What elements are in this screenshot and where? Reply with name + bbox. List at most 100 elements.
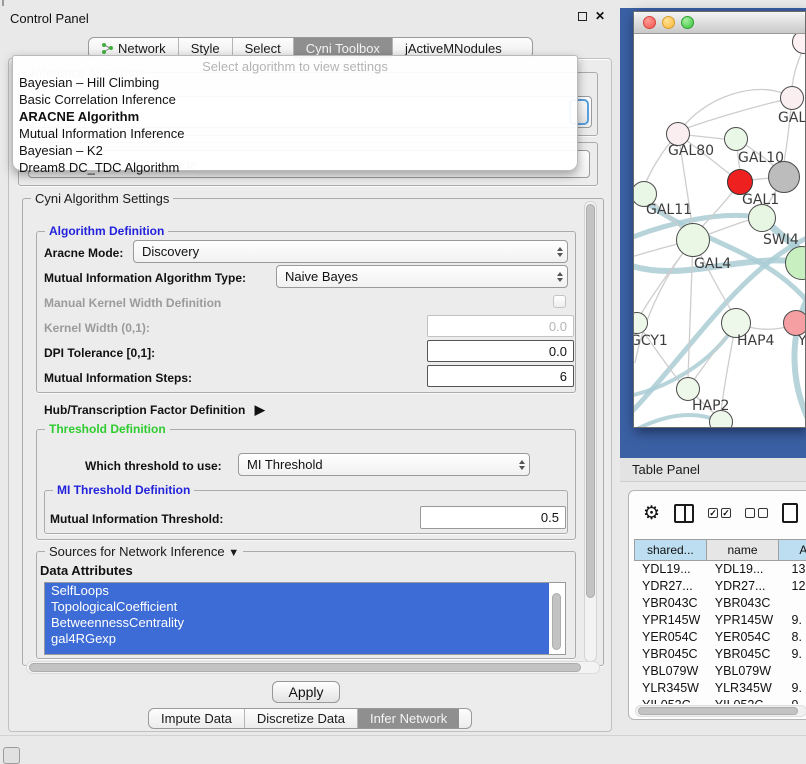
table-panel-title: Table Panel: [632, 462, 700, 477]
tab-label: Discretize Data: [257, 711, 345, 726]
stepper-icon: [557, 247, 563, 257]
attributes-scrollbar-thumb[interactable]: [552, 593, 561, 650]
mi-threshold-label: Mutual Information Threshold:: [50, 512, 223, 526]
attribute-item[interactable]: SelfLoops: [45, 583, 549, 599]
zoom-traffic-light[interactable]: [681, 16, 694, 29]
hub-definition-toggle[interactable]: Hub/Transcription Factor Definition ▶: [44, 402, 265, 418]
network-canvas[interactable]: GAL GAL80 GAL10 GAL1 GAL11 SWI4 GAL4 GCY…: [634, 34, 805, 427]
settings-hscrollbar[interactable]: [26, 661, 600, 674]
kernel-width-field[interactable]: 0.0: [427, 315, 574, 337]
network-window-titlebar[interactable]: [634, 12, 805, 34]
table-panel-titlebar: Table Panel: [620, 458, 806, 482]
which-threshold-value: MI Threshold: [247, 457, 323, 472]
aracne-mode-label: Aracne Mode:: [44, 246, 123, 260]
mi-steps-label: Mutual Information Steps:: [44, 371, 192, 385]
threshold-definition-title: Threshold Definition: [45, 422, 170, 436]
expand-arrow-icon: ▶: [255, 402, 265, 417]
gear-icon[interactable]: ⚙: [643, 502, 660, 525]
table-row[interactable]: YBR045CYBR045C9.: [634, 646, 806, 663]
menu-item[interactable]: Mutual Information Inference: [13, 125, 577, 142]
panel-title: Control Panel: [10, 11, 89, 26]
table-row[interactable]: YLR345WYLR345W9.: [634, 680, 806, 697]
tab-infer-network[interactable]: Infer Network: [358, 709, 459, 728]
mi-steps-field[interactable]: 6: [427, 365, 574, 387]
menu-item[interactable]: Bayesian – K2: [13, 142, 577, 159]
node-label: SWI4: [763, 232, 799, 248]
apply-button[interactable]: Apply: [272, 681, 340, 703]
algorithm-definition-title: Algorithm Definition: [45, 224, 168, 238]
attribute-item[interactable]: gal4RGexp: [45, 631, 549, 647]
screen: Control Panel ✕ Network Style Select Cyn…: [0, 0, 806, 762]
settings-hscrollbar-thumb[interactable]: [29, 663, 581, 672]
network-node-gal10[interactable]: [724, 127, 748, 151]
unchecked-box-icon: [758, 508, 768, 518]
sources-title[interactable]: Sources for Network Inference ▼: [45, 544, 243, 559]
table-hscrollbar[interactable]: [635, 705, 806, 717]
float-icon[interactable]: [578, 12, 587, 21]
node-label: Y: [798, 333, 805, 349]
settings-vscrollbar-thumb[interactable]: [586, 204, 595, 598]
network-node-swi4[interactable]: [748, 204, 776, 232]
mi-threshold-field[interactable]: 0.5: [420, 506, 566, 529]
menu-item-selected[interactable]: ARACNE Algorithm: [13, 108, 577, 125]
close-icon[interactable]: ✕: [595, 9, 605, 23]
network-node-gal-partial[interactable]: [780, 86, 804, 110]
mi-type-value: Naive Bayes: [285, 269, 358, 284]
column-header-shared[interactable]: shared...: [634, 539, 707, 561]
select-all-icon[interactable]: ✓ ✓: [708, 508, 731, 518]
deselect-all-icon[interactable]: [745, 508, 768, 518]
bottom-tabbar: Impute Data Discretize Data Infer Networ…: [148, 708, 472, 729]
stepper-icon: [519, 460, 525, 470]
tab-label: Network: [118, 41, 166, 56]
table-hscrollbar-thumb[interactable]: [638, 707, 798, 715]
node-label: GAL: [778, 110, 805, 126]
aracne-mode-combo[interactable]: Discovery: [133, 240, 568, 263]
dpi-tolerance-label: DPI Tolerance [0,1]:: [44, 346, 155, 360]
table-row[interactable]: YER054CYER054C8.: [634, 629, 806, 646]
column-header-partial[interactable]: A: [779, 539, 806, 561]
column-header-name[interactable]: name: [707, 539, 780, 561]
manual-kernel-label: Manual Kernel Width Definition: [44, 296, 221, 310]
attribute-item[interactable]: [45, 647, 549, 655]
document-icon[interactable]: [782, 503, 798, 523]
table-row[interactable]: YDL19...YDL19...13: [634, 561, 806, 578]
table-body[interactable]: YDL19...YDL19...13 YDR27...YDR27...12 YB…: [634, 561, 806, 704]
table-header-row: shared... name A: [634, 539, 806, 561]
minimize-traffic-light[interactable]: [662, 16, 675, 29]
settings-vscrollbar[interactable]: [584, 201, 597, 662]
table-row[interactable]: YDR27...YDR27...12: [634, 578, 806, 595]
menu-item[interactable]: Basic Correlation Inference: [13, 91, 577, 108]
menu-item[interactable]: Dream8 DC_TDC Algorithm: [13, 159, 577, 176]
dpi-tolerance-field[interactable]: 0.0: [427, 340, 574, 362]
which-threshold-combo[interactable]: MI Threshold: [238, 453, 530, 476]
tab-label: Infer Network: [370, 711, 447, 726]
network-view-window: GAL GAL80 GAL10 GAL1 GAL11 SWI4 GAL4 GCY…: [633, 11, 806, 428]
close-traffic-light[interactable]: [643, 16, 656, 29]
mi-threshold-title: MI Threshold Definition: [53, 483, 194, 497]
table-row[interactable]: YIL052CYIL052C9: [634, 697, 806, 704]
tab-discretize-data[interactable]: Discretize Data: [245, 709, 358, 728]
network-node-gal4[interactable]: [676, 223, 710, 257]
manual-kernel-checkbox[interactable]: [553, 295, 566, 308]
sources-title-text: Sources for Network Inference: [49, 544, 225, 559]
tab-label: jActiveMNodules: [405, 41, 502, 56]
cyni-algorithm-settings-title: Cyni Algorithm Settings: [31, 191, 173, 206]
network-edges: [634, 34, 805, 427]
table-row[interactable]: YBL079WYBL079W: [634, 663, 806, 680]
collapse-arrow-icon: ▼: [228, 547, 239, 559]
data-attributes-label: Data Attributes: [40, 563, 133, 578]
menu-item[interactable]: Bayesian – Hill Climbing: [13, 74, 577, 91]
corner-button[interactable]: [3, 747, 20, 764]
table-row[interactable]: YPR145WYPR145W9.: [634, 612, 806, 629]
bottom-strip: [0, 735, 806, 762]
attribute-item[interactable]: BetweennessCentrality: [45, 615, 549, 631]
hub-definition-label: Hub/Transcription Factor Definition: [44, 403, 245, 417]
table-row[interactable]: YBR043CYBR043C: [634, 595, 806, 612]
attributes-scrollbar[interactable]: [551, 584, 563, 654]
split-view-icon[interactable]: [674, 504, 694, 523]
attribute-item[interactable]: TopologicalCoefficient: [45, 599, 549, 615]
table-toolbar: ⚙ ✓ ✓: [629, 491, 806, 535]
mi-type-label: Mutual Information Algorithm Type:: [44, 271, 246, 285]
tab-impute-data[interactable]: Impute Data: [149, 709, 245, 728]
mi-type-combo[interactable]: Naive Bayes: [276, 265, 568, 288]
